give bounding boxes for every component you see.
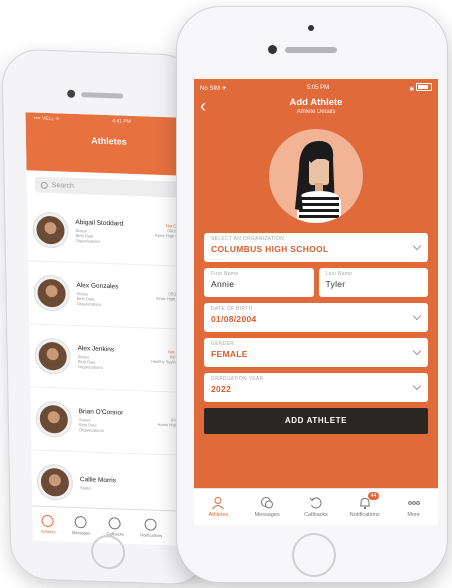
athlete-form: SELECT AN ORGANIZATION COLUMBUS HIGH SCH…	[194, 233, 438, 434]
athlete-sub: Organizations	[76, 301, 102, 307]
athlete-name: Abigail Stoddard	[75, 218, 124, 228]
avatar	[35, 338, 71, 374]
tab-callbacks[interactable]: Callbacks	[106, 516, 124, 536]
callback-icon	[108, 516, 122, 530]
field-value: Tyler	[325, 279, 346, 289]
tab-label: More	[407, 512, 420, 518]
athlete-sub: Organizations	[75, 237, 101, 244]
field-value: 01/08/2004	[211, 314, 257, 324]
page-title: Add Athlete	[289, 97, 343, 108]
carrier-label: •••• VELL ✈	[33, 115, 60, 123]
tab-notifications[interactable]: Notifications	[140, 517, 163, 538]
tab-label: Notifications	[140, 531, 163, 538]
carrier-label: No SIM ✈	[200, 85, 227, 92]
callback-icon	[309, 497, 322, 509]
tab-label: Athletes	[40, 528, 56, 534]
field-label: GRADUATION YEAR	[211, 376, 264, 382]
avatar	[37, 464, 73, 500]
athletes-header: •••• VELL ✈ 4:41 PM Athletes +	[25, 112, 193, 177]
tab-callbacks[interactable]: Callbacks	[293, 496, 339, 518]
page-title: Athletes	[91, 135, 127, 147]
tab-label: Callbacks	[304, 512, 328, 518]
camera	[67, 89, 76, 98]
tab-messages[interactable]: Messages	[244, 496, 290, 518]
athlete-sub: Organizations	[77, 364, 103, 370]
tab-more[interactable]: More	[391, 496, 437, 518]
battery-icon	[415, 83, 432, 91]
chat-icon	[74, 515, 87, 528]
organization-select[interactable]: SELECT AN ORGANIZATION COLUMBUS HIGH SCH…	[204, 233, 428, 262]
tab-label: Messages	[254, 512, 280, 518]
tab-messages[interactable]: Messages	[71, 515, 91, 536]
home-button[interactable]	[292, 533, 336, 577]
more-icon	[407, 501, 420, 505]
sensor	[308, 25, 314, 31]
notification-badge: 44	[367, 492, 380, 500]
clock-label: 4:41 PM	[112, 118, 131, 125]
athlete-sub: Organizations	[78, 427, 104, 433]
clock-label: 5:05 PM	[306, 85, 330, 91]
avatar	[33, 212, 68, 248]
tab-label: Messages	[71, 529, 91, 536]
gender-select[interactable]: GENDER FEMALE	[204, 338, 428, 367]
list-item[interactable]: Abigail Stoddard Status Birth Date Organiz…	[26, 198, 195, 268]
search-icon	[40, 181, 48, 189]
avatar	[34, 275, 69, 311]
athlete-sub: Status	[79, 485, 92, 491]
speaker	[81, 92, 124, 99]
athlete-name: Alex Gonzales	[76, 281, 119, 291]
front-phone: No SIM ✈ 5:05 PM ✱ ‹ Add Athlete Athlete…	[176, 6, 448, 583]
list-item[interactable]: Alex Gonzales Status Birth Date Organizati…	[28, 261, 196, 331]
chat-icon	[261, 497, 274, 509]
speaker	[285, 47, 337, 53]
field-label: First Name	[211, 271, 239, 277]
list-item[interactable]: Brian O'Connor Status Birth Date Organizat…	[30, 387, 198, 457]
page-subtitle: Athlete Details	[296, 109, 336, 115]
tab-bar: Athletes Messages Callbacks 44 Notificat…	[194, 488, 438, 525]
tab-notifications[interactable]: 44 Notifications	[342, 492, 388, 518]
field-value: Annie	[211, 279, 235, 289]
add-athlete-screen: No SIM ✈ 5:05 PM ✱ ‹ Add Athlete Athlete…	[194, 79, 438, 525]
field-label: Last Name	[325, 271, 353, 277]
field-value: COLUMBUS HIGH SCHOOL	[211, 244, 329, 254]
field-label: DATE OF BIRTH	[211, 306, 253, 312]
graduation-year-select[interactable]: GRADUATION YEAR 2022	[204, 373, 428, 402]
person-icon	[41, 514, 55, 527]
athlete-name: Callie Morris	[79, 476, 117, 485]
athlete-name: Brian O'Connor	[78, 408, 124, 417]
avatar	[36, 401, 72, 437]
status-bar: •••• VELL ✈ 4:41 PM	[25, 112, 191, 127]
first-name-field[interactable]: First Name Annie	[204, 268, 314, 297]
status-bar: No SIM ✈ 5:05 PM ✱	[194, 79, 438, 93]
tab-label: Notifications	[349, 512, 380, 518]
last-name-field[interactable]: Last Name Tyler	[318, 268, 428, 297]
search-placeholder: Search	[51, 181, 74, 190]
tab-athletes[interactable]: Athletes	[195, 496, 241, 518]
athlete-name: Alex Jenkins	[77, 345, 115, 354]
avatar-illustration-icon	[295, 141, 341, 223]
bell-icon	[144, 517, 158, 531]
athletes-screen: •••• VELL ✈ 4:41 PM Athletes + Search Ab…	[25, 112, 199, 547]
athlete-avatar[interactable]	[269, 129, 363, 223]
date-of-birth-select[interactable]: DATE OF BIRTH 01/08/2004	[204, 303, 428, 332]
nav-bar: ‹ Add Athlete Athlete Details	[194, 93, 438, 123]
field-value: 2022	[211, 384, 232, 394]
tab-label: Athletes	[208, 512, 229, 518]
tab-athletes[interactable]: Athletes	[40, 514, 56, 534]
field-label: SELECT AN ORGANIZATION	[211, 236, 285, 242]
list-item[interactable]: Alex Jenkins Status Birth Date Organizatio…	[29, 324, 197, 394]
person-icon	[212, 497, 225, 510]
field-value: FEMALE	[211, 349, 248, 359]
field-label: GENDER	[211, 341, 235, 347]
search-input[interactable]: Search	[34, 176, 185, 198]
add-athlete-button[interactable]: ADD ATHLETE	[204, 408, 428, 434]
camera	[268, 45, 277, 54]
